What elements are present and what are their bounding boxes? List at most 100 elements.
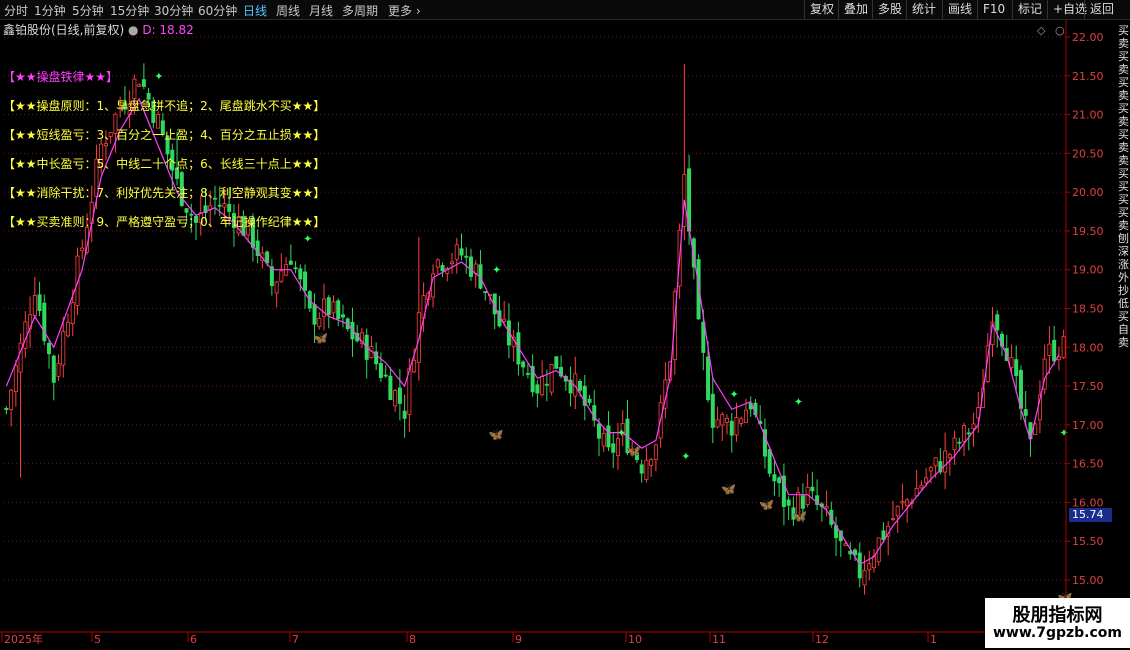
candle-body — [298, 268, 303, 280]
strip-char: 外 — [1118, 271, 1129, 284]
strip-char: 卖 — [1118, 154, 1129, 167]
candle-body — [767, 449, 772, 474]
candle-body — [729, 420, 734, 436]
y-tick-label: 21.50 — [1072, 70, 1104, 83]
current-price-tag: 15.74 — [1069, 508, 1112, 522]
candle-body — [653, 444, 658, 461]
period-tab-more[interactable]: 更多 › — [388, 2, 421, 19]
x-tick-label: 9 — [515, 633, 522, 646]
candle-body — [132, 78, 137, 99]
candle-body — [649, 459, 654, 466]
candle-body — [502, 318, 507, 322]
candle-body — [331, 301, 336, 314]
strip-char: 卖 — [1118, 141, 1129, 154]
period-tab-1min[interactable]: 1分钟 — [34, 2, 66, 19]
candle-body — [900, 501, 905, 504]
y-tick-label: 15.50 — [1072, 535, 1104, 548]
strip-char: 买 — [1118, 206, 1129, 219]
period-tab-15min[interactable]: 15分钟 — [110, 2, 149, 19]
period-tab-30min[interactable]: 30分钟 — [154, 2, 193, 19]
x-tick-label: 1 — [930, 633, 937, 646]
candle-body — [933, 457, 938, 467]
candle-body — [137, 84, 142, 87]
candle-body — [317, 318, 322, 327]
chart-controls: ◇ ○ — [1037, 24, 1065, 37]
star-marker-icon: ✦ — [794, 396, 803, 409]
candle-body — [222, 203, 227, 208]
candle-body — [217, 204, 222, 207]
candle-body — [544, 383, 549, 386]
candle-body — [549, 364, 554, 393]
candle-body — [37, 294, 42, 312]
candle-body — [554, 356, 559, 369]
candle-body — [919, 484, 924, 489]
candle-body — [9, 389, 14, 410]
period-tab-weekly[interactable]: 周线 — [276, 2, 300, 19]
candle-body — [597, 423, 602, 439]
candle-body — [483, 291, 488, 293]
candle-body — [611, 443, 616, 453]
chevron-right-icon: › — [412, 4, 421, 18]
candle-body — [397, 387, 402, 404]
candle-body — [288, 260, 293, 265]
strip-char: 买 — [1118, 76, 1129, 89]
strip-char: 买 — [1118, 193, 1129, 206]
stock-title: 鑫铂股份(日线,前复权) — [3, 23, 125, 37]
draw-line-button[interactable]: 画线 — [942, 0, 977, 19]
star-marker-icon: ✦ — [303, 233, 312, 246]
more-label: 更多 — [388, 4, 413, 18]
candle-body — [800, 495, 805, 509]
candle-body — [32, 295, 37, 316]
candle-body — [468, 256, 473, 277]
multi-stock-button[interactable]: 多股 — [872, 0, 907, 19]
strip-char: 刨 — [1118, 232, 1129, 245]
candlestick-chart[interactable]: 🦋🦋🦋🦋🦋🦋🦋✦✦✦✦✦✦✦✦ 15.0015.5016.0016.5017.0… — [0, 20, 1130, 650]
statistics-button[interactable]: 统计 — [906, 0, 941, 19]
candle-body — [720, 414, 725, 426]
f10-button[interactable]: F10 — [977, 0, 1010, 19]
x-tick-label: 8 — [409, 633, 416, 646]
period-tab-multi[interactable]: 多周期 — [342, 2, 378, 19]
strip-char: 买 — [1118, 24, 1129, 37]
butterfly-icon: 🦋 — [626, 443, 641, 457]
diamond-icon[interactable]: ◇ — [1037, 24, 1045, 37]
period-tab-5min[interactable]: 5分钟 — [72, 2, 104, 19]
candle-body — [1061, 336, 1066, 358]
y-tick-label: 19.00 — [1072, 264, 1104, 277]
strip-char: 抄 — [1118, 284, 1129, 297]
candle-body — [336, 300, 341, 320]
period-tab-daily[interactable]: 日线 — [243, 2, 267, 19]
x-tick-label: 5 — [94, 633, 101, 646]
watermark-url: www.7gpzb.com — [992, 625, 1122, 641]
y-tick-label: 19.50 — [1072, 225, 1104, 238]
butterfly-icon: 🦋 — [759, 498, 774, 512]
annotation-line-5: 【★★买卖准则：9、严格遵守盈亏；0、牢记操作纪律★★】 — [3, 215, 326, 229]
candle-body — [23, 321, 28, 349]
back-button[interactable]: 返回 — [1084, 0, 1119, 19]
period-tab-60min[interactable]: 60分钟 — [198, 2, 237, 19]
close-icon[interactable]: ○ — [1055, 24, 1065, 37]
candle-body — [890, 518, 895, 520]
indicator-value: D: 18.82 — [142, 23, 194, 37]
candle-body — [274, 281, 279, 294]
candle-body — [378, 363, 383, 378]
settings-circle-icon[interactable]: ● — [128, 23, 138, 37]
adjust-button[interactable]: 复权 — [804, 0, 839, 19]
mark-button[interactable]: 标记 — [1012, 0, 1047, 19]
overlay-button[interactable]: 叠加 — [838, 0, 873, 19]
butterfly-icon: 🦋 — [721, 482, 736, 496]
candle-body — [962, 424, 967, 442]
strip-char: 买 — [1118, 167, 1129, 180]
period-tab-monthly[interactable]: 月线 — [309, 2, 333, 19]
candle-body — [924, 477, 929, 484]
candle-body — [383, 374, 388, 377]
candle-body — [862, 570, 867, 586]
y-tick-label: 20.50 — [1072, 147, 1104, 160]
candle-body — [966, 432, 971, 435]
star-marker-icon: ✦ — [492, 264, 501, 277]
annotation-line-3: 【★★中长盈亏：5、中线二十个点；6、长线三十点上★★】 — [3, 157, 326, 171]
candle-body — [540, 376, 545, 396]
period-tab-timeshare[interactable]: 分时 — [4, 2, 28, 19]
y-tick-label: 18.50 — [1072, 303, 1104, 316]
candle-body — [303, 271, 308, 291]
